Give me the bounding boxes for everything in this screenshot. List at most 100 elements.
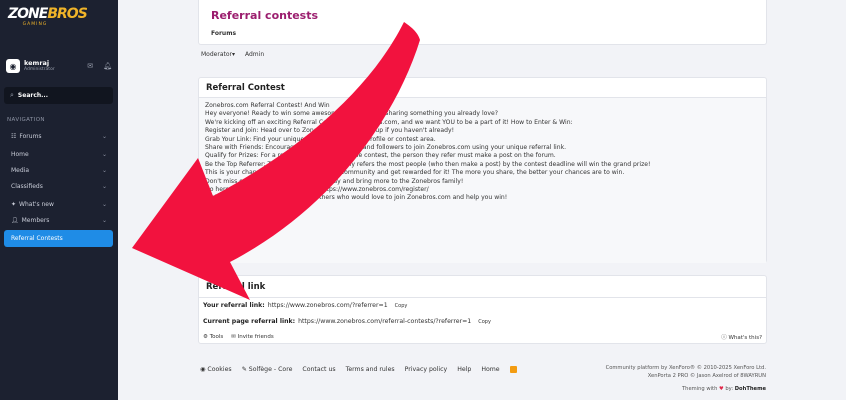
your-referral-label: Your referral link: (203, 302, 265, 309)
moderator-menu[interactable]: Moderator▾ (201, 51, 235, 58)
brush-icon: ✎ (241, 366, 247, 373)
copy-button[interactable]: Copy (478, 319, 491, 325)
referral-link-block: Referral link Your referral link: https:… (198, 275, 767, 344)
nav-heading: NAVIGATION (7, 117, 45, 123)
sidebar-item-referral-contests[interactable]: Referral Contests (4, 230, 113, 247)
tools-label: Tools (209, 334, 224, 340)
sidebar-item-label: Home (11, 150, 29, 158)
chevron-down-icon[interactable]: ⌄ (102, 167, 107, 174)
sidebar-item-home[interactable]: Home ⌄ (4, 146, 113, 162)
sidebar-item-media[interactable]: Media ⌄ (4, 162, 113, 178)
style-chooser[interactable]: ✎ Solfège - Core (242, 366, 293, 373)
user-role: Administrator (24, 66, 55, 72)
theme-credit: Theming with ♥ by: DohTheme (682, 386, 766, 392)
sidebar-item-classifieds[interactable]: Classifieds ⌄ (4, 178, 113, 194)
footer-links: ◉ Cookies ✎ Solfège - Core Contact us Te… (200, 366, 517, 373)
page-title: Referral contests (211, 9, 319, 22)
heart-icon: ♥ (719, 386, 724, 392)
your-referral-url[interactable]: https://www.zonebros.com/?referrer=1 (268, 302, 388, 309)
invite-friends-link[interactable]: ✉ Invite friends (231, 334, 274, 340)
copy-button[interactable]: Copy (395, 303, 408, 309)
privacy-link[interactable]: Privacy policy (405, 366, 448, 373)
your-referral-row: Your referral link: https://www.zonebros… (203, 302, 407, 309)
contest-line: Hey everyone! Ready to win some awesome … (205, 110, 498, 118)
sidebar-item-label: Classifieds (11, 182, 43, 190)
whats-this-link[interactable]: ⓘ What's this? (721, 333, 762, 341)
logo-text-zone: ZONE (8, 6, 48, 22)
top-referrers-button[interactable]: Top referrers (285, 168, 336, 182)
sidebar-item-forums[interactable]: ☷ Forums ⌄ (4, 128, 113, 144)
search-label: Search... (17, 92, 48, 99)
current-referral-row: Current page referral link: https://www.… (203, 318, 491, 325)
moderator-label: Moderator (201, 51, 232, 58)
sidebar-item-members[interactable]: 👤︎ Members ⌄ (4, 212, 113, 228)
sidebar: ZONEBROS GAMING ◉ kemraj Administrator ✉… (0, 0, 118, 400)
cookies-label: Cookies (207, 366, 232, 373)
admin-link[interactable]: Admin (245, 51, 264, 58)
chevron-down-icon[interactable]: ⌄ (102, 151, 107, 158)
contest-line: Qualify for Prizes: For a referral to co… (205, 152, 556, 160)
copyright-line: Community platform by XenForo® © 2010-20… (605, 365, 766, 371)
inbox-icon[interactable]: ✉ (87, 62, 93, 70)
current-referral-url[interactable]: https://www.zonebros.com/referral-contes… (298, 318, 471, 325)
question-icon: ⓘ (721, 335, 727, 341)
contest-line: Register and Join: Head over to Zonebros… (205, 127, 455, 135)
sidebar-item-label: Referral Contests (11, 235, 63, 242)
sidebar-item-label: Media (11, 166, 30, 174)
whats-this-label: What's this? (728, 335, 762, 341)
forums-icon: ☷ (11, 132, 17, 140)
terms-link[interactable]: Terms and rules (346, 366, 395, 373)
style-label: Solfège - Core (248, 366, 293, 373)
page-header: Referral contests Forums (198, 0, 767, 45)
gear-icon: ⚙ (203, 334, 208, 340)
whats-new-icon: ✦ (11, 200, 17, 208)
search-icon: ⌕ (10, 91, 14, 99)
contest-block: Referral Contest Zonebros.com Referral C… (198, 77, 767, 263)
invite-label: Invite friends (237, 334, 274, 340)
members-icon: 👤︎ (11, 216, 19, 224)
invite-icon: ✉ (231, 334, 236, 340)
contest-line: Go here to register and get your link: h… (205, 186, 429, 194)
contest-line: Zonebros.com Referral Contest! And Win (205, 102, 330, 109)
chevron-down-icon[interactable]: ⌄ (102, 201, 107, 208)
contact-link[interactable]: Contact us (302, 366, 335, 373)
logo-text-gaming: GAMING (22, 22, 48, 27)
search-input[interactable]: ⌕ Search... (4, 87, 113, 104)
chevron-down-icon[interactable]: ⌄ (102, 183, 107, 190)
theme-author-link[interactable]: DohTheme (735, 386, 766, 392)
sidebar-item-label: What's new (19, 200, 54, 208)
logo-text-bros: BROS (47, 6, 87, 22)
sidebar-item-label: Members (21, 216, 50, 224)
contest-line: We're kicking off an exciting Referral C… (205, 118, 573, 126)
contest-line: Share with Friends: Encourage your frien… (205, 144, 567, 152)
breadcrumb[interactable]: Forums (211, 30, 236, 37)
site-logo[interactable]: ZONEBROS GAMING (0, 0, 118, 50)
theme-credit-prefix: Theming with (682, 386, 718, 392)
home-link[interactable]: Home (481, 366, 499, 373)
bell-icon[interactable]: 🔔︎ (103, 62, 112, 70)
user-name[interactable]: kemraj (24, 60, 55, 67)
referral-link-heading: Referral link (199, 276, 766, 298)
theme-credit-by: by: (725, 386, 734, 392)
current-referral-label: Current page referral link: (203, 318, 296, 325)
contest-description: Zonebros.com Referral Contest! And Win H… (199, 98, 766, 263)
copyright-line: XenPorta 2 PRO © Jason Axelrod of 8WAYRU… (647, 373, 766, 379)
help-link[interactable]: Help (457, 366, 471, 373)
user-panel: ◉ kemraj Administrator ✉ 🔔︎ (0, 56, 118, 76)
rss-icon[interactable] (509, 366, 517, 373)
contest-line: Grab Your Link: Find your unique referra… (205, 135, 436, 143)
contest-heading: Referral Contest (199, 78, 766, 98)
chevron-down-icon: ▾ (231, 51, 235, 58)
referral-link-footer: ⚙ Tools ✉ Invite friends ⓘ What's this? (199, 331, 766, 343)
cookies-link[interactable]: ◉ Cookies (200, 366, 232, 373)
chevron-down-icon[interactable]: ⌄ (102, 217, 107, 224)
moderator-bar: Moderator▾ Admin (201, 51, 264, 58)
chevron-down-icon[interactable]: ⌄ (102, 133, 107, 140)
avatar[interactable]: ◉ (6, 59, 20, 73)
tools-menu[interactable]: ⚙ Tools (203, 334, 223, 340)
sidebar-item-whats-new[interactable]: ✦ What's new ⌄ (4, 196, 113, 212)
sidebar-item-label: Forums (19, 132, 42, 140)
copyright: Community platform by XenForo® © 2010-20… (606, 364, 766, 380)
cookie-icon: ◉ (200, 366, 206, 373)
contest-line: We'll be waiting for you! Share with oth… (205, 194, 508, 202)
